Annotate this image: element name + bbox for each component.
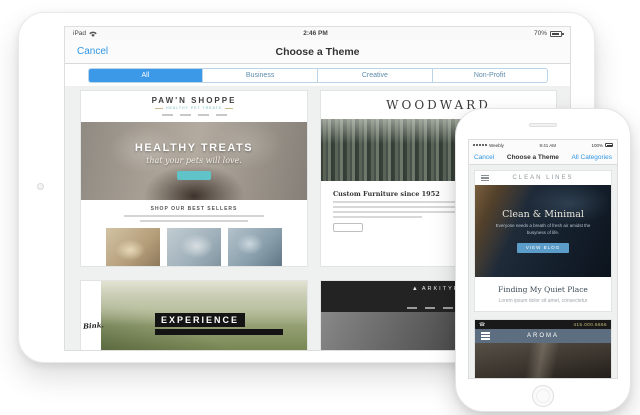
page-title: Choose a Theme [65, 46, 570, 58]
wifi-icon [89, 31, 97, 37]
pawn-shop-button [177, 171, 211, 180]
cancel-button[interactable]: Cancel [474, 154, 494, 161]
dog-photo [106, 228, 160, 267]
tab-all[interactable]: All [89, 69, 203, 82]
post-title: Finding My Quiet Place [479, 285, 607, 294]
iphone-carrier: Weebly [489, 143, 504, 148]
pawn-header: PAW'N SHOPPE HEALTHY PET TREATS [81, 91, 307, 119]
theme-card-pawn-shoppe[interactable]: PAW'N SHOPPE HEALTHY PET TREATS HEALTHY … [80, 90, 308, 267]
iphone-theme-list: CLEAN LINES Clean & Minimal Everyone nee… [469, 165, 617, 379]
text-placeholder-line [140, 220, 248, 222]
clean-lines-post: Finding My Quiet Place Lorem ipsum dolor… [475, 277, 611, 311]
speaker-icon [529, 123, 557, 127]
ipad-nav-bar: Cancel Choose a Theme [65, 40, 570, 64]
pawn-hero-title: HEALTHY TREATS [135, 142, 253, 154]
battery-percent: 70% [534, 30, 547, 37]
clean-lines-hero-text: Everyone needs a breath of fresh air ami… [493, 223, 593, 237]
arkitype-logo-icon: ▲ [412, 286, 418, 292]
iphone-device: Weebly 9:41 AM 100% Cancel Choose a Them… [455, 108, 631, 412]
camera-icon [37, 183, 44, 190]
text-placeholder-line [333, 211, 470, 213]
pawn-section-title: SHOP OUR BEST SELLERS [81, 206, 307, 212]
bink-sidebar: Bink. [81, 281, 101, 351]
aroma-phone-number: 415.000.6666 [573, 322, 607, 327]
all-categories-button[interactable]: All Categories [572, 154, 612, 161]
tab-business[interactable]: Business [202, 69, 317, 82]
category-segmented-control: All Business Creative Non-Profit [88, 68, 548, 83]
post-excerpt: Lorem ipsum dolor sit amet, consectetur [479, 298, 607, 304]
page-title: Choose a Theme [507, 154, 559, 161]
theme-card-aroma[interactable]: ☎ 415.000.6666 AROMA [474, 319, 612, 379]
iphone-status-bar: Weebly 9:41 AM 100% [469, 140, 617, 150]
clean-lines-header: CLEAN LINES [475, 171, 611, 185]
home-button[interactable] [532, 385, 554, 407]
iphone-nav-bar: Cancel Choose a Theme All Categories [469, 150, 617, 165]
phone-icon: ☎ [479, 322, 485, 328]
bink-hero-subtitle-bar [155, 329, 283, 335]
cancel-button[interactable]: Cancel [77, 46, 108, 57]
cat-photo [167, 228, 221, 267]
text-placeholder-line [333, 206, 467, 208]
battery-icon [605, 143, 613, 147]
tab-creative[interactable]: Creative [317, 69, 432, 82]
pawn-nav-links [81, 114, 307, 116]
iphone-screen: Weebly 9:41 AM 100% Cancel Choose a Them… [468, 139, 618, 379]
aroma-brand: AROMA [475, 333, 611, 339]
aroma-hero-photo [475, 343, 611, 379]
pawn-product-thumbs [81, 228, 307, 267]
pawn-tagline-text: HEALTHY PET TREATS [166, 106, 222, 110]
pawn-best-sellers-section: SHOP OUR BEST SELLERS [81, 200, 307, 267]
iphone-time: 9:41 AM [539, 143, 556, 148]
aroma-nav-bar: AROMA [475, 329, 611, 343]
text-placeholder-line [333, 201, 475, 203]
text-placeholder-line [333, 216, 422, 218]
aroma-top-bar: ☎ 415.000.6666 [475, 320, 611, 329]
kittens-photo [228, 228, 282, 267]
tab-non-profit[interactable]: Non-Profit [432, 69, 547, 82]
pawn-hero-image: HEALTHY TREATS that your pets will love. [81, 122, 307, 200]
text-placeholder-line [124, 215, 264, 217]
pawn-tagline: HEALTHY PET TREATS [81, 106, 307, 110]
clean-lines-hero-photo: Clean & Minimal Everyone needs a breath … [475, 185, 611, 277]
read-more-button [333, 223, 363, 232]
theme-card-clean-lines[interactable]: CLEAN LINES Clean & Minimal Everyone nee… [474, 170, 612, 312]
clean-lines-hero-title: Clean & Minimal [502, 209, 584, 220]
bink-hero-title: EXPERIENCE [155, 313, 245, 327]
signal-dots-icon [473, 144, 487, 146]
theme-card-bink[interactable]: Bink. EXPERIENCE [80, 280, 308, 351]
pawn-hero-subtitle: that your pets will love. [146, 156, 242, 165]
status-time: 2:46 PM [303, 30, 328, 37]
hills-photo: EXPERIENCE [101, 281, 307, 351]
battery-icon [550, 31, 562, 37]
category-tabs-bar: All Business Creative Non-Profit [65, 64, 570, 86]
view-blog-button: VIEW BLOG [517, 243, 569, 253]
clean-lines-brand: CLEAN LINES [475, 175, 611, 181]
status-carrier: iPad [73, 30, 86, 37]
pawn-brand: PAW'N SHOPPE [81, 96, 307, 105]
ipad-status-bar: iPad 2:46 PM 70% [65, 27, 570, 40]
iphone-battery-percent: 100% [591, 143, 603, 148]
bink-logo: Bink. [83, 320, 105, 330]
